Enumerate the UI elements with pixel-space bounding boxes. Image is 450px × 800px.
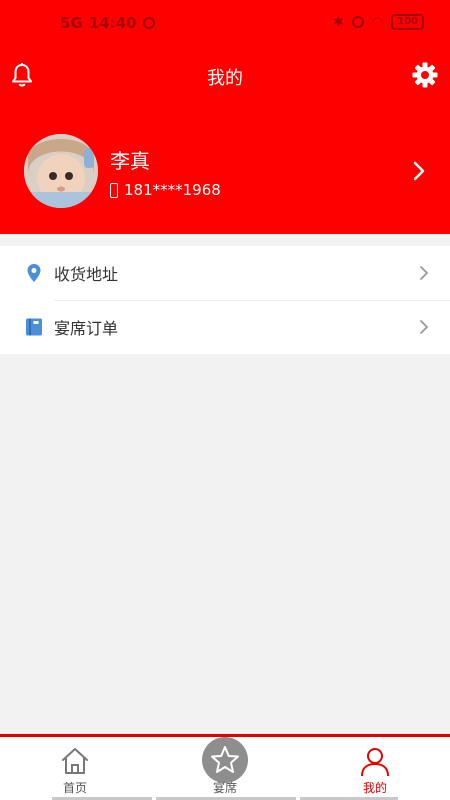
- avatar-image: [24, 134, 98, 208]
- network-indicator: 5G: [60, 14, 83, 32]
- menu-list: 收货地址 宴席订单: [0, 246, 450, 354]
- menu-item-label: 宴席订单: [54, 319, 119, 338]
- chevron-right-icon[interactable]: [412, 161, 426, 181]
- bluetooth-icon: ✱: [332, 14, 344, 30]
- phone-number: 181****1968: [124, 181, 221, 199]
- tab-label: 我的: [362, 781, 387, 795]
- phone-icon: [110, 182, 118, 198]
- menu-item-label: 收货地址: [54, 265, 119, 284]
- tab-label: 首页: [62, 781, 87, 795]
- status-bar: 5G 14:40 ✱ ◠ 100: [0, 0, 450, 50]
- page-title: 我的: [207, 68, 243, 89]
- battery-indicator: 100: [391, 14, 424, 30]
- avatar[interactable]: [24, 134, 98, 208]
- bottom-tab-bar: 首页 宴席 我的: [0, 734, 450, 800]
- status-time: 14:40: [88, 14, 137, 32]
- book-icon: [26, 318, 42, 336]
- menu-item-address[interactable]: 收货地址: [0, 246, 450, 300]
- status-right: ✱ ◠ 100: [333, 14, 424, 30]
- chevron-right-icon: [420, 320, 428, 334]
- menu-item-banquet-orders[interactable]: 宴席订单: [0, 300, 450, 354]
- profile-header: 5G 14:40 ✱ ◠ 100 我的 李真 181****1968: [0, 0, 450, 234]
- notification-dot-icon: [142, 17, 155, 29]
- tab-mine[interactable]: 我的: [300, 737, 450, 800]
- banquet-button-circle: [202, 737, 248, 783]
- user-name[interactable]: 李真: [110, 145, 150, 174]
- status-left: 5G 14:40: [60, 14, 155, 32]
- phone-row: 181****1968: [110, 181, 221, 199]
- tab-home[interactable]: 首页: [0, 737, 150, 800]
- user-icon: [361, 748, 389, 777]
- star-icon: [211, 746, 239, 773]
- home-icon: [62, 748, 88, 774]
- location-pin-icon: [27, 264, 41, 282]
- tab-banquet[interactable]: 宴席: [150, 737, 300, 800]
- wifi-icon: ◠: [371, 14, 384, 30]
- gear-icon[interactable]: [412, 62, 438, 88]
- alarm-icon: [351, 16, 364, 28]
- tab-label: 宴席: [212, 781, 237, 795]
- chevron-right-icon: [420, 266, 428, 280]
